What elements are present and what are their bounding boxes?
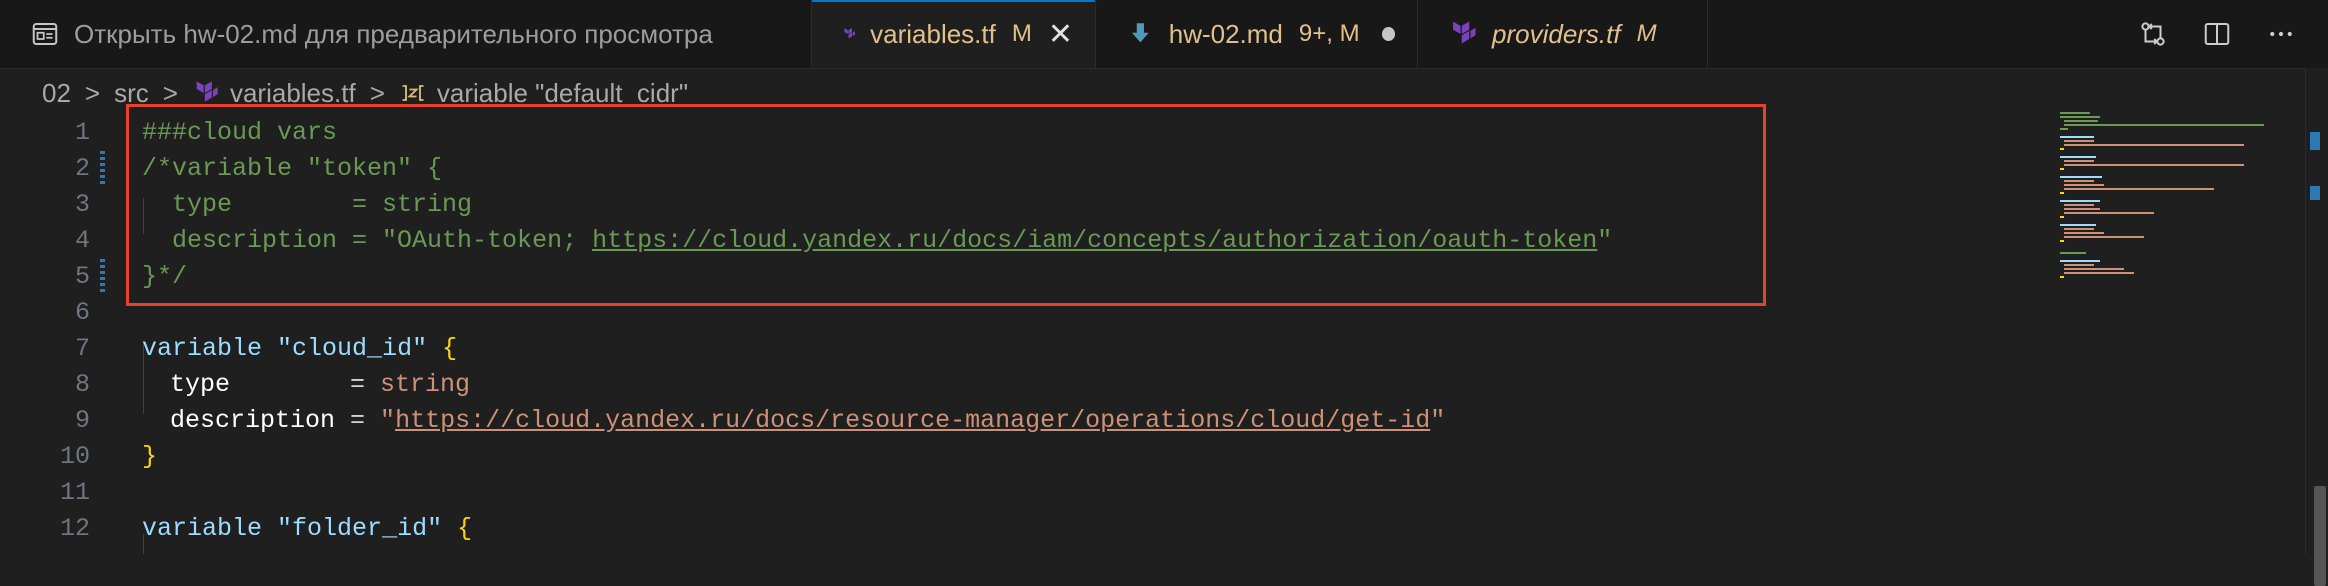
terraform-icon bbox=[1453, 21, 1476, 44]
code-line: 6 bbox=[0, 294, 2040, 330]
line-number: 10 bbox=[59, 441, 90, 471]
line-number: 7 bbox=[74, 333, 90, 363]
tab-open-preview[interactable]: Открыть hw-02.md для предварительного пр… bbox=[0, 0, 812, 68]
code-operator: = bbox=[230, 369, 381, 399]
tab-status: M bbox=[1636, 20, 1657, 47]
line-number: 4 bbox=[74, 225, 90, 255]
close-icon[interactable]: ✕ bbox=[1048, 17, 1073, 52]
markdown-download-icon bbox=[1131, 23, 1149, 43]
scroll-change-marker bbox=[2310, 132, 2320, 150]
more-actions-icon[interactable] bbox=[2264, 17, 2298, 51]
scroll-change-marker bbox=[2310, 186, 2320, 200]
breadcrumb-separator: > bbox=[84, 77, 101, 108]
breadcrumb-separator: > bbox=[162, 77, 178, 108]
code-line: 10 } bbox=[0, 438, 2040, 474]
tab-hw-02-md[interactable]: hw-02.md 9+, M bbox=[1096, 0, 1418, 68]
code-comment: " bbox=[1597, 225, 1613, 255]
code-text: description = "OAuth-token; https://clou… bbox=[142, 226, 1612, 255]
tab-variables-tf[interactable]: variables.tf M ✕ bbox=[812, 0, 1096, 68]
code-link[interactable]: https://cloud.yandex.ru/docs/iam/concept… bbox=[592, 226, 1597, 255]
line-number: 3 bbox=[74, 189, 90, 219]
code-line: 5 }*/ bbox=[0, 258, 2040, 294]
code-brace: } bbox=[142, 441, 158, 471]
code-key: type bbox=[170, 369, 231, 399]
editor-tab-bar: Открыть hw-02.md для предварительного пр… bbox=[0, 0, 2328, 69]
line-number: 5 bbox=[74, 261, 90, 291]
gutter-modified-marker[interactable] bbox=[100, 151, 105, 185]
code-text: ###cloud vars bbox=[142, 117, 338, 147]
tab-providers-tf[interactable]: providers.tf M bbox=[1418, 0, 1708, 68]
code-text: description = "https://cloud.yandex.ru/d… bbox=[170, 406, 1445, 435]
code-line: 3 type = string bbox=[0, 186, 2040, 222]
code-text: type = string bbox=[142, 189, 473, 219]
gutter-modified-marker[interactable] bbox=[100, 259, 105, 293]
line-number: 11 bbox=[59, 477, 90, 507]
code-text: }*/ bbox=[142, 261, 188, 291]
symbol-variable-icon bbox=[402, 85, 424, 101]
code-text: type = string bbox=[170, 370, 470, 399]
code-value: string bbox=[380, 369, 471, 399]
code-key: description bbox=[170, 405, 336, 435]
open-changes-icon[interactable] bbox=[2136, 17, 2170, 51]
code-quote: " bbox=[1430, 405, 1446, 435]
code-comment: description = "OAuth-token; bbox=[142, 225, 593, 255]
tab-status: M bbox=[1011, 20, 1032, 47]
code-keyword: variable bbox=[142, 333, 263, 363]
preview-icon bbox=[32, 23, 58, 45]
code-line: 8 type = string bbox=[0, 366, 2040, 402]
unsaved-dot-icon[interactable] bbox=[1381, 27, 1395, 41]
code-text: /*variable "token" { bbox=[142, 153, 443, 183]
tab-label: Открыть hw-02.md для предварительного пр… bbox=[74, 18, 713, 49]
code-brace: { bbox=[457, 513, 473, 543]
line-number: 2 bbox=[74, 153, 90, 183]
line-number: 8 bbox=[74, 369, 90, 399]
breadcrumb-separator: > bbox=[369, 77, 385, 108]
terraform-icon bbox=[844, 28, 855, 39]
breadcrumb-item-file[interactable]: variables.tf bbox=[230, 78, 356, 109]
breadcrumb-item-symbol[interactable]: variable "default_cidr" bbox=[437, 78, 688, 109]
breadcrumb-item-src[interactable]: src bbox=[114, 78, 149, 109]
code-brace: { bbox=[442, 333, 458, 363]
code-line: 1 ###cloud vars bbox=[0, 114, 2040, 150]
scroll-thumb[interactable] bbox=[2314, 486, 2326, 586]
code-text: variable "folder_id" { bbox=[142, 514, 472, 543]
split-editor-icon[interactable] bbox=[2200, 17, 2234, 51]
tab-label: providers.tf bbox=[1492, 18, 1621, 49]
code-editor[interactable]: 1 ###cloud vars 2 /*variable "token" { 3… bbox=[0, 114, 2328, 554]
code-string: "cloud_id" bbox=[277, 333, 428, 363]
code-line: 7 variable "cloud_id" { bbox=[0, 330, 2040, 366]
code-quote: " bbox=[380, 405, 396, 435]
breadcrumb-item-02[interactable]: 02 bbox=[42, 78, 71, 109]
line-number: 6 bbox=[74, 297, 90, 327]
code-string: "folder_id" bbox=[277, 513, 443, 543]
line-number: 9 bbox=[74, 405, 90, 435]
vertical-scrollbar[interactable] bbox=[2305, 68, 2328, 586]
breadcrumb: 02 > src > variables.tf > variable "defa… bbox=[0, 70, 2328, 116]
line-number: 12 bbox=[59, 513, 90, 543]
tab-label: variables.tf bbox=[870, 18, 996, 49]
code-link[interactable]: https://cloud.yandex.ru/docs/resource-ma… bbox=[395, 406, 1430, 435]
code-operator: = bbox=[335, 405, 381, 435]
line-number: 1 bbox=[74, 117, 90, 147]
terraform-icon bbox=[196, 81, 218, 102]
editor-actions bbox=[2136, 0, 2328, 68]
minimap[interactable] bbox=[2060, 112, 2270, 292]
code-line: 9 description = "https://cloud.yandex.ru… bbox=[0, 402, 2040, 438]
tab-status: 9+, M bbox=[1298, 20, 1360, 47]
code-text: variable "cloud_id" { bbox=[142, 334, 457, 363]
tab-label: hw-02.md bbox=[1168, 18, 1283, 49]
code-line: 12 variable "folder_id" { bbox=[0, 510, 2040, 546]
code-line: 11 bbox=[0, 474, 2040, 510]
code-keyword: variable bbox=[142, 513, 263, 543]
code-line: 2 /*variable "token" { bbox=[0, 150, 2040, 186]
code-line: 4 description = "OAuth-token; https://cl… bbox=[0, 222, 2040, 258]
